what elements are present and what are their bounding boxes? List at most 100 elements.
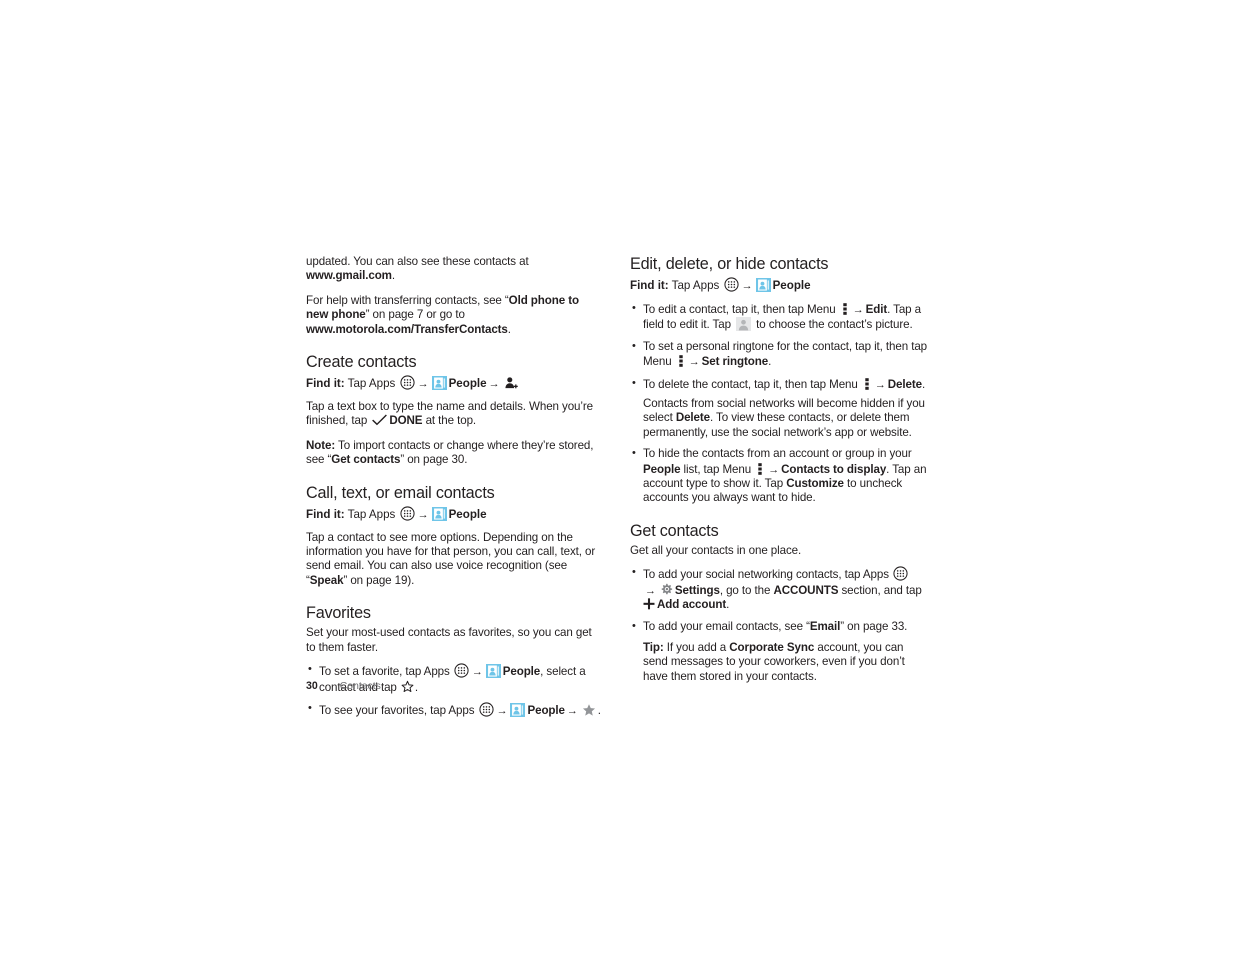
intro-paragraph-1: updated. You can also see these contacts… — [306, 255, 604, 284]
right-arrow-icon: → — [471, 666, 483, 679]
right-arrow-icon: → — [496, 704, 508, 717]
footer-section-name: Contacts — [339, 681, 381, 692]
intro-p2-text-a: For help with transferring contacts, see… — [306, 293, 509, 307]
findit-label: Find it: — [306, 377, 345, 391]
delete-label: Delete — [887, 377, 922, 391]
people-label: People — [527, 703, 565, 717]
people-label: People — [772, 279, 811, 292]
edh-b3-a: To delete the contact, tap it, then tap … — [643, 377, 861, 391]
customize-label: Customize — [786, 477, 844, 491]
findit-label: Find it: — [630, 279, 669, 292]
findit-tap-text: Tap Apps — [668, 279, 723, 292]
people-app-icon — [431, 376, 447, 391]
overflow-menu-icon — [678, 354, 684, 368]
overflow-menu-icon — [842, 302, 848, 315]
gc-b1-a: To add your social networking contacts, … — [643, 568, 893, 582]
plus-icon — [643, 598, 655, 610]
right-arrow-icon: → — [488, 378, 500, 391]
gmail-url: www.gmail.com — [306, 269, 392, 283]
edh-b2-a: To set a personal ringtone for the conta… — [643, 339, 928, 369]
footer-page-number: 30 — [306, 680, 318, 692]
heading-create-contacts: Create contacts — [306, 353, 417, 372]
apps-grid-icon — [400, 506, 415, 521]
check-icon — [372, 414, 388, 426]
intro-p1-text-c: . — [391, 269, 396, 283]
list-item: To set a personal ringtone for the conta… — [630, 339, 928, 370]
list-item: To add your social networking contacts, … — [630, 565, 928, 612]
intro-p2-text-e: . — [507, 322, 511, 336]
heading-edit-delete-hide-contacts: Edit, delete, or hide contacts — [630, 255, 829, 273]
page-footer: 30 Contacts — [306, 680, 381, 692]
people-app-icon — [485, 664, 501, 679]
right-arrow-icon: → — [852, 304, 864, 316]
apps-grid-icon — [478, 702, 494, 717]
add-person-icon — [504, 376, 518, 390]
apps-grid-icon — [724, 277, 739, 292]
contact-photo-icon — [736, 317, 752, 332]
email-ref: Email — [809, 619, 841, 633]
list-item: To see your favorites, tap Apps →People→… — [306, 701, 604, 718]
list-item: To add your email contacts, see “Email” … — [630, 618, 928, 634]
create-contacts-note: Note: To import contacts or change where… — [306, 439, 604, 468]
people-app-icon — [510, 702, 526, 717]
people-app-icon — [755, 278, 771, 293]
people-label: People — [448, 507, 487, 521]
set-ringtone-label: Set ringtone — [701, 355, 769, 369]
get-contacts-intro: Get all your contacts in one place. — [630, 543, 802, 557]
right-arrow-icon: → — [741, 280, 753, 292]
fav-b2-b: . — [597, 703, 601, 717]
people-label: People — [448, 377, 487, 391]
transfer-contacts-url: www.motorola.com/TransferContacts — [306, 322, 508, 336]
intro-p1-text-a: updated. You can also see these contacts… — [306, 255, 529, 268]
tip-item: Tip: If you add a Corporate Sync account… — [630, 641, 928, 684]
delete-label-2: Delete — [675, 411, 711, 425]
people-app-icon — [431, 506, 447, 521]
right-column: Edit, delete, or hide contacts Find it: … — [630, 255, 928, 692]
right-arrow-icon: → — [417, 378, 429, 391]
edh-b2-b: . — [768, 355, 772, 369]
star-outline-icon — [401, 680, 414, 693]
apps-grid-icon — [893, 566, 908, 581]
fav-b1-c: . — [414, 680, 419, 694]
corporate-sync-label: Corporate Sync — [729, 640, 815, 654]
heading-get-contacts: Get contacts — [630, 521, 719, 540]
get-contacts-bullet-list: To add your social networking contacts, … — [630, 565, 928, 684]
star-filled-icon — [582, 703, 596, 717]
edit-delete-hide-bullet-list: To edit a contact, tap it, then tap Menu… — [630, 301, 928, 506]
gc-b1-b: , go to the — [719, 583, 774, 597]
apps-grid-icon — [454, 663, 469, 678]
favorites-intro: Set your most-used contacts as favorites… — [306, 626, 592, 654]
intro-paragraph-2: For help with transferring contacts, see… — [306, 294, 604, 337]
list-item: To delete the contact, tap it, then tap … — [630, 376, 928, 441]
right-arrow-icon: → — [874, 378, 886, 391]
list-item: To hide the contacts from an account or … — [630, 446, 928, 506]
create-body-b: at the top. — [422, 414, 477, 428]
settings-gear-icon — [660, 583, 673, 596]
edh-b4-b: list, tap Menu — [680, 462, 755, 476]
done-label: DONE — [389, 414, 423, 428]
gc-b2-b: ” on page 33. — [840, 619, 908, 633]
fav-b2-a: To see your favorites, tap Apps — [319, 703, 478, 717]
note-text-b: ” on page 30. — [400, 453, 468, 467]
call-body-b: ” on page 19). — [343, 573, 415, 587]
right-arrow-icon: → — [645, 584, 656, 597]
add-account-label: Add account — [657, 598, 727, 612]
create-contacts-body: Tap a text box to type the name and deta… — [306, 400, 604, 429]
edh-b4-a: To hide the contacts from an account or … — [643, 447, 912, 461]
edh-b3-subparagraph: Contacts from social networks will becom… — [643, 397, 928, 440]
tip-text-a: If you add a — [663, 640, 730, 654]
settings-label: Settings — [674, 583, 720, 597]
tip-label: Tip: — [643, 640, 664, 654]
right-arrow-icon: → — [417, 508, 429, 521]
fav-b1-a: To set a favorite, tap Apps — [319, 665, 453, 679]
findit-tap-text: Tap Apps — [344, 507, 399, 521]
gc-b1-c: section, and tap — [838, 583, 922, 597]
speak-ref: Speak — [309, 573, 344, 587]
list-item: To edit a contact, tap it, then tap Menu… — [630, 301, 928, 333]
note-label: Note: — [306, 438, 336, 452]
people-label: People — [643, 462, 681, 476]
heading-favorites: Favorites — [306, 604, 371, 623]
intro-p2-text-c: ” on page 7 or go to — [365, 308, 465, 322]
people-label: People — [502, 665, 541, 679]
contacts-to-display-label: Contacts to display — [781, 462, 887, 476]
